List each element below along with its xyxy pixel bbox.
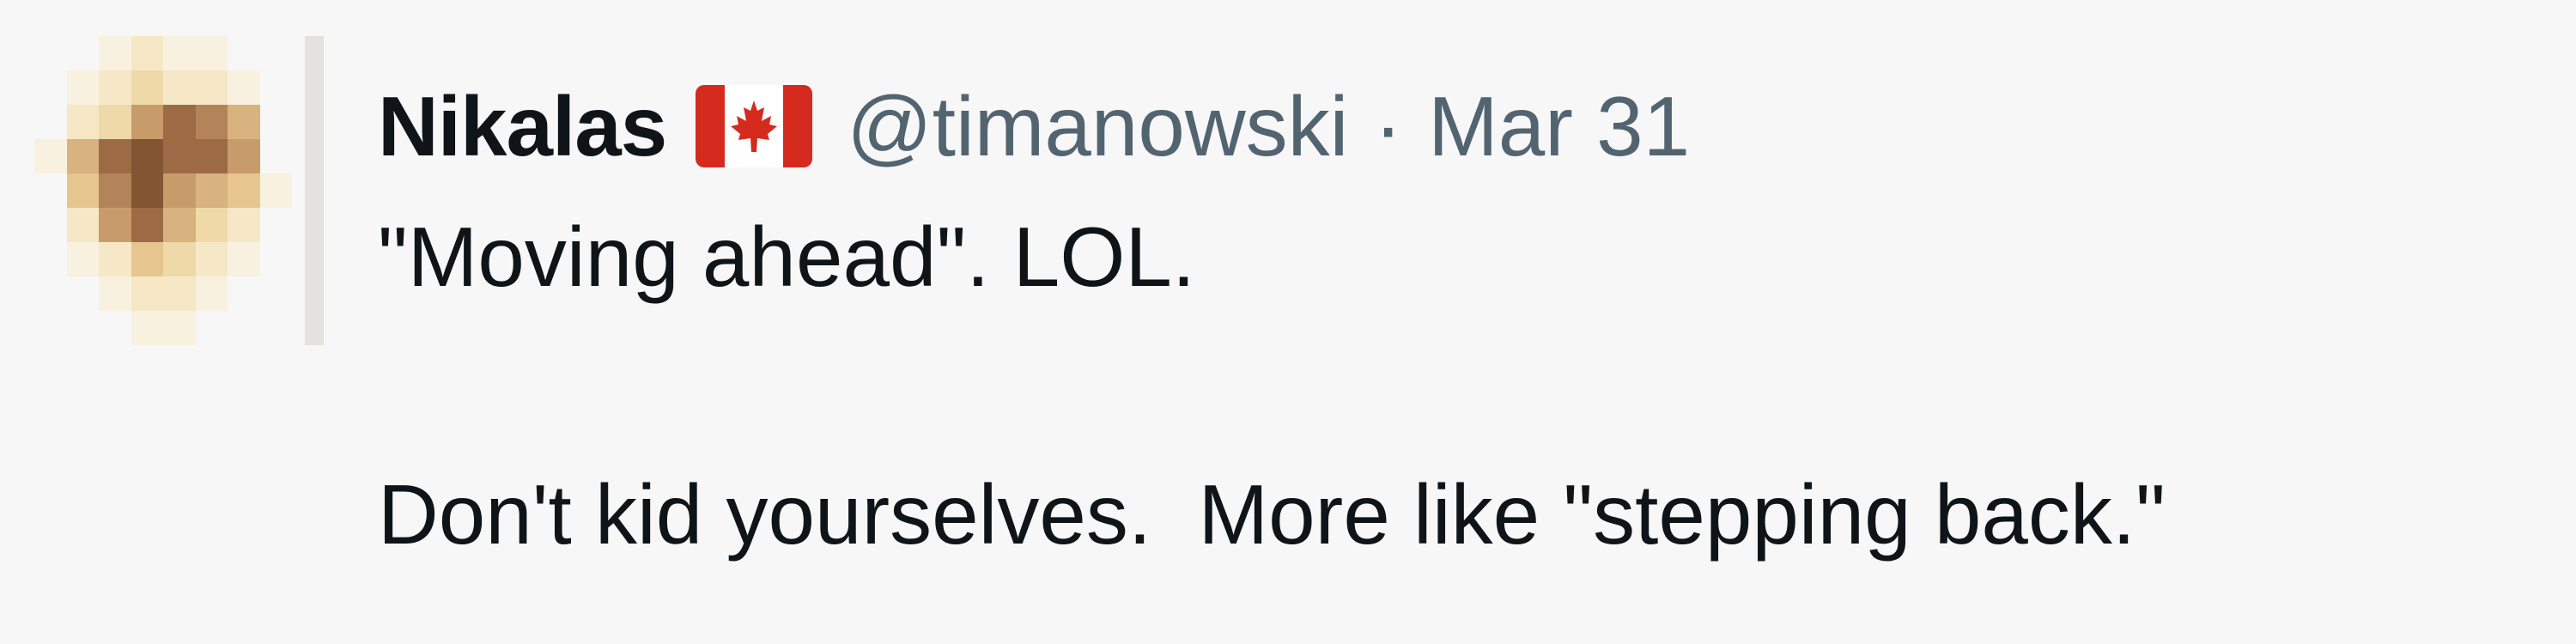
avatar-pixel (259, 173, 292, 208)
avatar-pixel (163, 70, 196, 105)
avatar-pixel (131, 276, 163, 311)
avatar-pixel (163, 242, 196, 276)
avatar-pixel (163, 311, 196, 345)
avatar-image (34, 36, 292, 345)
avatar-pixel (34, 242, 67, 276)
tweet-card[interactable]: Nikalas @timanowski · Mar 31 "Moving ahe… (0, 0, 2576, 644)
avatar-pixel (259, 242, 292, 276)
avatar-pixel (163, 105, 196, 139)
avatar-pixel (66, 242, 99, 276)
avatar-pixel (228, 173, 260, 208)
avatar-pixel (228, 139, 260, 173)
avatar-pixel (228, 36, 260, 70)
avatar-pixel (34, 311, 67, 345)
avatar-pixel (34, 276, 67, 311)
avatar-pixel (34, 173, 67, 208)
avatar-pixel (195, 276, 228, 311)
avatar-pixel (99, 208, 131, 242)
avatar-pixel (228, 242, 260, 276)
avatar-pixel (131, 311, 163, 345)
avatar-pixel (131, 242, 163, 276)
author-display-name[interactable]: Nikalas (378, 70, 667, 182)
tweet-date[interactable]: Mar 31 (1428, 70, 1690, 182)
avatar-pixel (163, 276, 196, 311)
tweet-text: "Moving ahead". LOL. Don't kid yourselve… (378, 192, 2507, 579)
avatar-pixel (259, 70, 292, 105)
tweet-text-line-3: Don't kid yourselves. More like "steppin… (378, 467, 2166, 562)
avatar-pixel (131, 139, 163, 173)
avatar-pixel (99, 36, 131, 70)
header-separator: · (1374, 79, 1403, 173)
avatar-pixel (99, 173, 131, 208)
avatar-pixel (195, 70, 228, 105)
avatar-pixel (99, 139, 131, 173)
avatar-pixel (228, 311, 260, 345)
avatar-pixel (163, 139, 196, 173)
avatar-pixel (34, 36, 67, 70)
avatar-pixel (163, 36, 196, 70)
avatar-pixel (228, 276, 260, 311)
avatar-pixel (99, 276, 131, 311)
avatar-pixel (99, 311, 131, 345)
avatar-pixel (259, 311, 292, 345)
user-avatar[interactable] (34, 36, 326, 345)
avatar-pixel (228, 105, 260, 139)
avatar-pixel (34, 139, 67, 173)
canada-flag-icon (696, 85, 813, 167)
tweet-text-line-1: "Moving ahead". LOL. (378, 210, 1196, 304)
avatar-pixel (66, 311, 99, 345)
avatar-pixel (163, 208, 196, 242)
avatar-pixel (195, 139, 228, 173)
avatar-pixel (228, 70, 260, 105)
avatar-pixel (99, 105, 131, 139)
author-handle[interactable]: @timanowski (847, 70, 1348, 182)
avatar-pixel (66, 105, 99, 139)
avatar-pixel (259, 208, 292, 242)
avatar-pixel (66, 208, 99, 242)
avatar-pixel (195, 311, 228, 345)
avatar-pixel (131, 105, 163, 139)
tweet-header: Nikalas @timanowski · Mar 31 (378, 70, 2507, 182)
avatar-pixel (131, 208, 163, 242)
avatar-pixel (163, 173, 196, 208)
avatar-pixel (66, 139, 99, 173)
avatar-pixel (228, 208, 260, 242)
avatar-pixel (195, 105, 228, 139)
avatar-pixel (195, 36, 228, 70)
avatar-pixel (131, 70, 163, 105)
avatar-pixel (66, 173, 99, 208)
avatar-pixel (34, 105, 67, 139)
avatar-pixel (99, 70, 131, 105)
avatar-pixel (66, 276, 99, 311)
avatar-pixel (131, 173, 163, 208)
avatar-pixel (99, 242, 131, 276)
avatar-pixel (259, 105, 292, 139)
avatar-pixel (259, 139, 292, 173)
avatar-pixel (131, 36, 163, 70)
avatar-pixel (259, 36, 292, 70)
avatar-pixel (195, 173, 228, 208)
tweet-body: Nikalas @timanowski · Mar 31 "Moving ahe… (378, 70, 2507, 579)
avatar-pixel (195, 242, 228, 276)
avatar-pixel (34, 208, 67, 242)
avatar-pixel (195, 208, 228, 242)
avatar-edge (305, 36, 324, 345)
avatar-pixel (259, 276, 292, 311)
avatar-pixel (66, 70, 99, 105)
avatar-pixel (34, 70, 67, 105)
avatar-pixel (66, 36, 99, 70)
